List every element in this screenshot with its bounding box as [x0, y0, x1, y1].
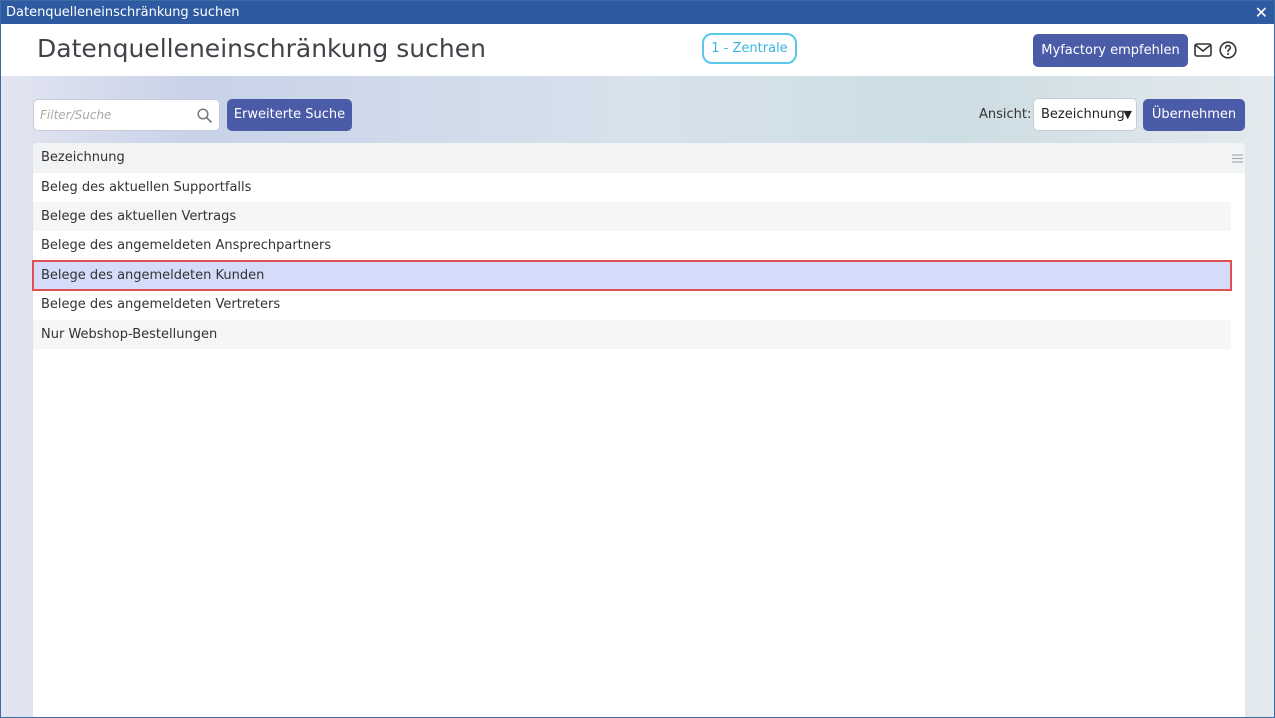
apply-button[interactable]: Übernehmen [1143, 99, 1245, 131]
filter-search-input[interactable] [33, 99, 220, 131]
title-bar: Datenquelleneinschränkung suchen ✕ [1, 1, 1274, 24]
column-menu-icon[interactable] [1232, 154, 1243, 163]
table-row[interactable]: Beleg des aktuellen Supportfalls [33, 173, 1231, 202]
window-title: Datenquelleneinschränkung suchen [6, 5, 240, 20]
table-row[interactable]: Belege des aktuellen Vertrags [33, 202, 1231, 231]
table-row-selected[interactable]: Belege des angemeldeten Kunden [32, 260, 1232, 291]
row-label: Belege des angemeldeten Vertreters [41, 297, 281, 312]
advanced-search-button[interactable]: Erweiterte Suche [227, 99, 352, 131]
table-row[interactable]: Belege des angemeldeten Ansprechpartners [33, 231, 1231, 260]
mail-icon[interactable] [1194, 42, 1212, 58]
table-row[interactable]: Nur Webshop-Bestellungen [33, 320, 1231, 349]
row-label: Beleg des aktuellen Supportfalls [41, 180, 252, 195]
main-content: Erweiterte Suche Ansicht: Bezeichnung ▼ … [1, 76, 1274, 717]
view-select[interactable]: Bezeichnung ▼ [1033, 98, 1137, 131]
view-label: Ansicht: [979, 107, 1032, 122]
search-icon[interactable] [197, 108, 212, 123]
row-label: Belege des angemeldeten Kunden [41, 268, 265, 283]
table-row[interactable]: Belege des angemeldeten Vertreters [33, 290, 1231, 319]
chevron-down-icon: ▼ [1123, 108, 1132, 121]
column-header-label: Bezeichnung [41, 150, 125, 165]
view-select-value: Bezeichnung [1041, 107, 1125, 122]
column-header-bezeichnung[interactable]: Bezeichnung [33, 143, 1245, 173]
tenant-badge[interactable]: 1 - Zentrale [702, 33, 797, 64]
row-label: Belege des angemeldeten Ansprechpartners [41, 238, 332, 253]
row-label: Belege des aktuellen Vertrags [41, 209, 237, 224]
results-grid: Bezeichnung Beleg des aktuellen Supportf… [32, 143, 1245, 717]
recommend-button[interactable]: Myfactory empfehlen [1033, 34, 1188, 67]
page-title: Datenquelleneinschränkung suchen [37, 34, 486, 63]
help-icon[interactable] [1219, 41, 1237, 59]
close-icon[interactable]: ✕ [1255, 1, 1268, 24]
row-label: Nur Webshop-Bestellungen [41, 327, 218, 342]
dialog-window: Datenquelleneinschränkung suchen ✕ Daten… [0, 0, 1275, 718]
page-header: Datenquelleneinschränkung suchen 1 - Zen… [1, 24, 1274, 76]
